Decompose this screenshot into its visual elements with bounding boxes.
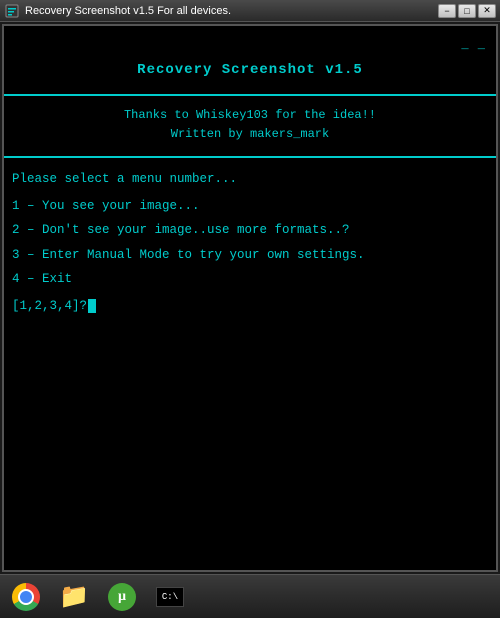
title-bar-left: Recovery Screenshot v1.5 For all devices… — [4, 3, 231, 19]
terminal-menu[interactable]: Please select a menu number... 1 – You s… — [4, 158, 496, 570]
taskbar-item-folder[interactable]: 📁 — [52, 578, 96, 616]
taskbar-item-chrome[interactable] — [4, 578, 48, 616]
maximize-button[interactable]: □ — [458, 4, 476, 18]
chrome-icon — [12, 583, 40, 611]
taskbar-item-cmd[interactable]: C:\ — [148, 578, 192, 616]
title-bar-buttons: − □ ✕ — [438, 4, 496, 18]
terminal-window: _ _ Recovery Screenshot v1.5 Thanks to W… — [2, 24, 498, 572]
menu-item-2: 2 – Don't see your image..use more forma… — [12, 219, 488, 242]
terminal-header: _ _ Recovery Screenshot v1.5 — [4, 26, 496, 96]
title-bar: Recovery Screenshot v1.5 For all devices… — [0, 0, 500, 22]
utorrent-icon: µ — [108, 583, 136, 611]
menu-item-3: 3 – Enter Manual Mode to try your own se… — [12, 244, 488, 267]
folder-icon: 📁 — [59, 582, 89, 612]
app-icon — [4, 3, 20, 19]
cursor-blink — [88, 299, 96, 313]
menu-prompt: Please select a menu number... — [12, 168, 488, 191]
credits-line1: Thanks to Whiskey103 for the idea!! — [4, 106, 496, 125]
title-bar-text: Recovery Screenshot v1.5 For all devices… — [25, 5, 231, 17]
menu-item-1: 1 – You see your image... — [12, 195, 488, 218]
minimize-button[interactable]: − — [438, 4, 456, 18]
app-title: Recovery Screenshot v1.5 — [4, 56, 496, 86]
cmd-icon: C:\ — [156, 587, 184, 607]
close-button[interactable]: ✕ — [478, 4, 496, 18]
credits-line2: Written by makers_mark — [4, 125, 496, 144]
dash-line: _ _ — [4, 34, 496, 56]
menu-item-4: 4 – Exit — [12, 268, 488, 291]
input-prompt-text: [1,2,3,4]? — [12, 295, 87, 318]
terminal-credits: Thanks to Whiskey103 for the idea!! Writ… — [4, 96, 496, 158]
input-prompt-line[interactable]: [1,2,3,4]? — [12, 295, 488, 318]
taskbar: 📁 µ C:\ — [0, 574, 500, 618]
taskbar-item-utorrent[interactable]: µ — [100, 578, 144, 616]
